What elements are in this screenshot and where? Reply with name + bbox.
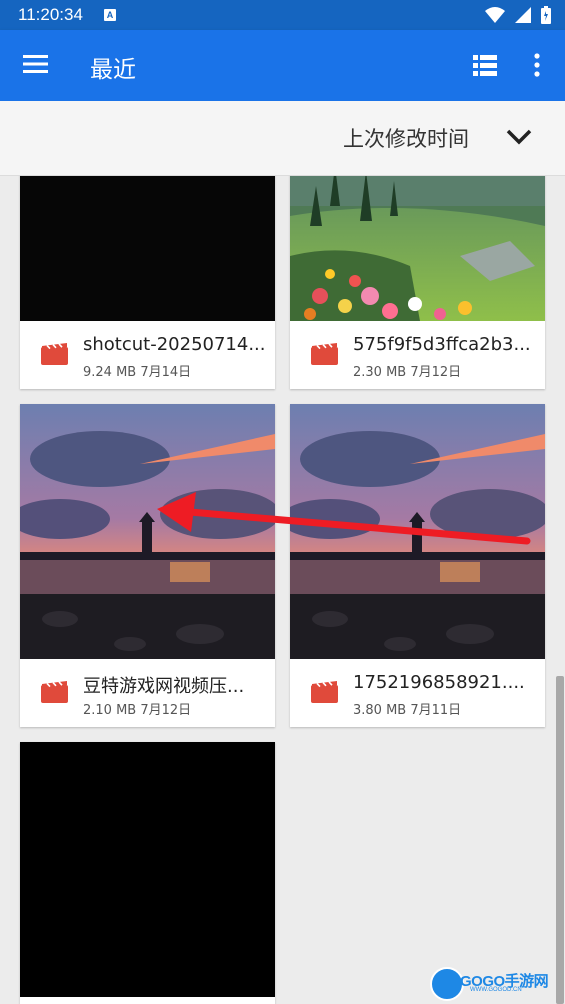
file-grid: shotcut-20250714... 9.24 MB 7月14日 575f9f… <box>0 176 565 1004</box>
watermark-sub: WWW.GOGOD.CN <box>470 987 522 993</box>
page-title: 最近 <box>90 57 136 83</box>
app-bar: 最近 <box>0 30 565 101</box>
more-vert-icon[interactable] <box>528 52 546 78</box>
menu-icon[interactable] <box>23 54 48 74</box>
status-time: 11:20:34 <box>18 5 83 24</box>
watermark-circle-icon <box>430 967 464 1001</box>
battery-icon <box>541 6 551 24</box>
status-bar: 11:20:34 A <box>0 0 565 30</box>
sort-label[interactable]: 上次修改时间 <box>343 123 469 153</box>
notification-badge: A <box>104 9 116 21</box>
watermark-logo: GOGO手游网 WWW.GOGOD.CN <box>430 967 560 1001</box>
sort-dropdown-button[interactable] <box>505 127 533 147</box>
wifi-icon <box>484 7 505 23</box>
scrollbar[interactable] <box>556 676 564 1004</box>
list-view-icon[interactable] <box>473 55 497 77</box>
signal-icon <box>514 7 531 23</box>
chevron-down-icon <box>506 129 532 145</box>
sort-bar: 上次修改时间 <box>0 101 565 176</box>
red-arrow-annotation <box>157 492 531 545</box>
